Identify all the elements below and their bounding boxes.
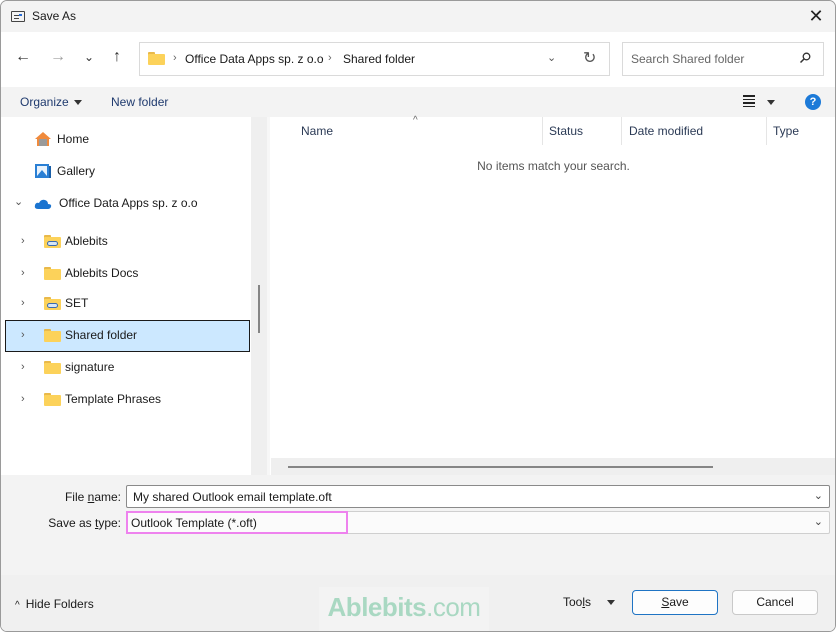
gallery-icon	[35, 164, 51, 178]
back-arrow-icon[interactable]: ←	[12, 46, 34, 68]
shared-folder-icon	[44, 297, 61, 310]
save-as-type-value: Outlook Template (*.oft)	[131, 516, 257, 530]
file-name-input[interactable]: My shared Outlook email template.oft ⌄	[126, 485, 830, 508]
column-divider[interactable]	[621, 117, 622, 145]
caret-down-icon	[607, 600, 616, 606]
hide-folders-button[interactable]: ^ Hide Folders	[15, 597, 94, 611]
chevron-down-icon[interactable]: ⌄	[14, 195, 23, 208]
column-divider[interactable]	[766, 117, 767, 145]
folder-icon	[44, 329, 61, 342]
sidebar-item-label: Template Phrases	[65, 392, 162, 406]
file-list-horizontal-scrollbar[interactable]	[271, 458, 835, 475]
navigation-pane-scrollbar[interactable]	[251, 117, 267, 475]
ablebits-watermark: Ablebits.com	[319, 587, 489, 631]
sidebar-item-ablebits[interactable]: › Ablebits	[5, 226, 250, 258]
chevron-right-icon[interactable]: ›	[21, 361, 25, 373]
chevron-down-icon[interactable]: ⌄	[814, 489, 823, 502]
dialog-window-icon	[11, 11, 25, 22]
hide-folders-label: Hide Folders	[25, 597, 94, 611]
caret-down-icon	[73, 100, 82, 106]
sidebar-item-label: Ablebits	[65, 234, 108, 248]
breadcrumb-shared-folder[interactable]: Shared folder	[343, 52, 415, 66]
save-button[interactable]: Save	[632, 590, 718, 615]
sidebar-item-label: Shared folder	[65, 328, 138, 342]
command-toolbar: Organize New folder ?	[1, 87, 835, 117]
sidebar-item-label: Office Data Apps sp. z o.o	[59, 196, 198, 210]
search-icon[interactable]	[799, 52, 811, 64]
scrollbar-thumb[interactable]	[288, 466, 713, 468]
view-options-caret-icon[interactable]	[767, 100, 775, 105]
new-folder-button[interactable]: New folder	[111, 95, 168, 109]
sort-ascending-icon: ^	[413, 115, 418, 126]
column-header-status[interactable]: Status	[549, 124, 583, 138]
chevron-up-icon: ^	[15, 600, 20, 611]
search-placeholder: Search Shared folder	[631, 52, 745, 66]
column-divider[interactable]	[542, 117, 543, 145]
dialog-footer: ^ Hide Folders Ablebits.com Tools Save Ca…	[1, 575, 835, 631]
navigation-pane: Home Gallery ⌄ Office Data Apps sp. z o.…	[1, 117, 259, 475]
chevron-right-icon[interactable]: ›	[21, 235, 25, 247]
chevron-right-icon[interactable]: ›	[21, 267, 25, 279]
save-as-dialog: Save As ✕ ← → ⌄ ↑ › Office Data Apps sp.…	[0, 0, 836, 632]
cancel-button[interactable]: Cancel	[732, 590, 818, 615]
sidebar-item-ablebits-docs[interactable]: › Ablebits Docs	[5, 258, 250, 290]
help-icon[interactable]: ?	[805, 94, 821, 110]
file-name-label: File name:	[64, 490, 121, 504]
chevron-down-icon[interactable]: ⌄	[814, 515, 823, 528]
column-header-date-modified[interactable]: Date modified	[629, 124, 703, 138]
address-bar[interactable]: › Office Data Apps sp. z o.o › Shared fo…	[139, 42, 610, 76]
sidebar-item-label: Ablebits Docs	[65, 266, 139, 280]
sidebar-item-gallery[interactable]: Gallery	[5, 156, 250, 188]
close-icon[interactable]: ✕	[805, 6, 827, 28]
sidebar-item-shared-folder[interactable]: › Shared folder	[5, 320, 250, 352]
scrollbar-thumb[interactable]	[258, 285, 260, 333]
folder-icon	[44, 361, 61, 374]
organize-label: Organize	[20, 95, 69, 109]
navigation-bar: ← → ⌄ ↑ › Office Data Apps sp. z o.o › S…	[1, 32, 835, 87]
file-list: ^ Name Status Date modified Type No item…	[270, 115, 835, 475]
home-icon	[35, 132, 51, 146]
sidebar-item-label: Gallery	[57, 164, 96, 178]
chevron-right-icon[interactable]: ›	[21, 297, 25, 309]
sidebar-item-office-data-apps[interactable]: ⌄ Office Data Apps sp. z o.o	[5, 188, 250, 220]
view-options-icon[interactable]	[743, 95, 755, 107]
empty-results-message: No items match your search.	[477, 159, 630, 173]
forward-arrow-icon[interactable]: →	[47, 46, 69, 68]
up-arrow-icon[interactable]: ↑	[106, 46, 128, 68]
chevron-right-icon[interactable]: ›	[21, 329, 25, 341]
search-input[interactable]: Search Shared folder	[622, 42, 824, 76]
folder-icon	[44, 267, 61, 280]
breadcrumb-office-data-apps[interactable]: Office Data Apps sp. z o.o	[185, 52, 324, 66]
column-header-type[interactable]: Type	[773, 124, 799, 138]
recent-locations-chevron-icon[interactable]: ⌄	[78, 46, 100, 68]
onedrive-cloud-icon	[34, 199, 52, 209]
refresh-icon[interactable]: ↻	[583, 48, 596, 68]
sidebar-item-template-phrases[interactable]: › Template Phrases	[5, 384, 250, 416]
organize-menu-button[interactable]: Organize	[20, 95, 82, 109]
chevron-right-icon[interactable]: ›	[21, 393, 25, 405]
dialog-title: Save As	[32, 9, 77, 23]
tools-menu-button[interactable]: Tools	[563, 595, 616, 609]
file-name-value[interactable]: My shared Outlook email template.oft	[133, 490, 332, 504]
sidebar-item-set[interactable]: › SET	[5, 288, 250, 320]
sidebar-item-label: Home	[57, 132, 90, 146]
sidebar-item-label: SET	[65, 296, 89, 310]
save-as-type-label: Save as type:	[48, 516, 121, 530]
sidebar-item-label: signature	[65, 360, 115, 374]
sidebar-item-home[interactable]: Home	[5, 124, 250, 156]
save-as-type-select[interactable]: Outlook Template (*.oft) ⌄	[126, 511, 830, 534]
title-bar: Save As ✕	[1, 1, 835, 32]
breadcrumb-separator: ›	[328, 52, 332, 64]
shared-folder-icon	[44, 235, 61, 248]
breadcrumb-separator: ›	[173, 52, 177, 64]
folder-icon	[148, 52, 165, 65]
address-dropdown-chevron-icon[interactable]: ⌄	[547, 51, 556, 64]
sidebar-item-signature[interactable]: › signature	[5, 352, 250, 384]
column-header-name[interactable]: Name	[301, 124, 333, 138]
folder-icon	[44, 393, 61, 406]
